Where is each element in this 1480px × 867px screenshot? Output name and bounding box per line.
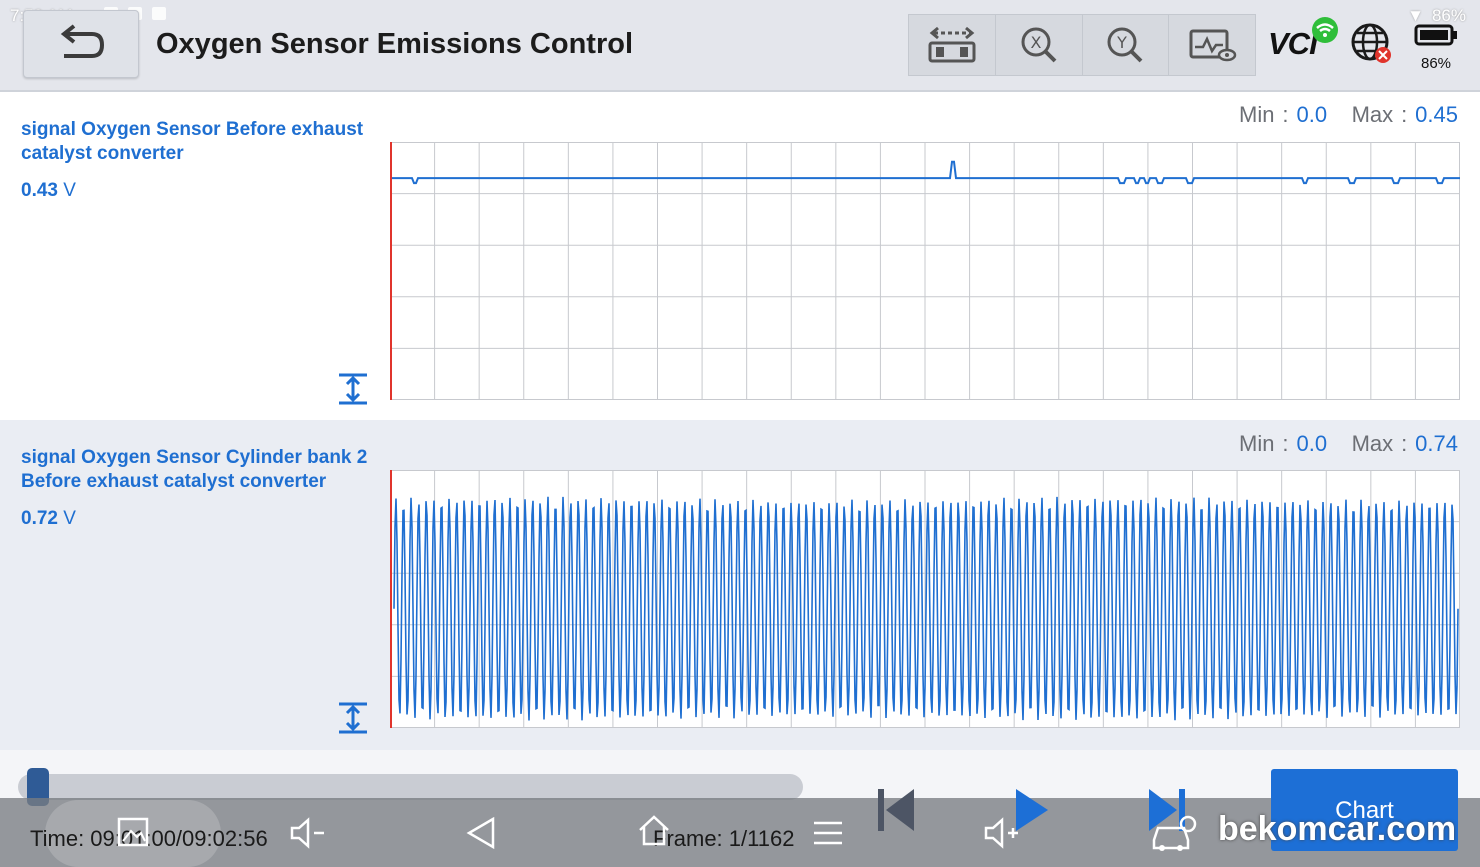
watermark: bekomcar.com [1218,810,1457,848]
signal-unit: V [63,180,76,201]
zoom-x-button[interactable]: X [996,15,1083,75]
skip-back-icon[interactable] [876,787,916,833]
signal-graph-2[interactable] [390,470,1460,728]
compare-button[interactable] [909,15,996,75]
zoom-x-icon: X [1021,27,1057,63]
back-button[interactable] [23,10,139,78]
battery-percent: 86% [1420,55,1452,72]
nav-home-icon[interactable] [636,812,672,848]
min-label: Min [1239,431,1275,456]
max-value: 0.74 [1415,431,1458,456]
signal-value: 0.72 V [21,508,76,530]
notification-icon [152,7,166,20]
y-scale-icon[interactable] [336,701,370,735]
signal-name: signal Oxygen Sensor Before exhaust cata… [21,119,364,164]
screenshot-icon[interactable] [115,815,151,851]
display-mode-button[interactable] [1169,15,1255,75]
car-diagnostic-icon[interactable] [1150,814,1198,854]
nav-menu-icon[interactable] [810,815,846,851]
volume-down-icon[interactable] [288,815,328,851]
display-mode-icon [1189,29,1237,62]
page-title: Oxygen Sensor Emissions Control [156,28,633,60]
max-value: 0.45 [1415,102,1458,127]
signal-value-number: 0.72 [21,508,58,529]
min-max-readout: Min : 0.0 Max : 0.74 [1239,431,1458,456]
svg-text:X: X [1030,33,1041,52]
min-value: 0.0 [1296,431,1328,456]
signal-graph-1[interactable] [390,142,1460,400]
zoom-y-icon: Y [1107,27,1143,63]
max-label: Max [1351,431,1394,456]
battery-icon [1414,24,1457,46]
nav-back-icon[interactable] [463,815,499,851]
signal-name: signal Oxygen Sensor Cylinder bank 2 Bef… [21,447,368,492]
battery-indicator: 86% [1414,22,1458,72]
signal-value: 0.43 V [21,180,76,202]
svg-text:Y: Y [1116,33,1127,52]
network-globe-icon[interactable] [1350,22,1394,66]
frame-counter: Frame: 1/1162 [653,826,795,851]
max-label: Max [1351,102,1394,127]
playback-slider[interactable] [18,774,803,800]
signal-value-number: 0.43 [21,180,58,201]
app-header: 7:59 AM ▼ 86% Oxygen Sensor Emissions Co… [0,0,1480,92]
min-label: Min [1239,102,1275,127]
y-scale-icon[interactable] [336,372,370,406]
wifi-connected-icon [1312,17,1338,43]
play-icon[interactable] [1012,787,1052,833]
signal-panel-2: signal Oxygen Sensor Cylinder bank 2 Bef… [0,421,1480,749]
zoom-y-button[interactable]: Y [1083,15,1170,75]
signal-unit: V [63,508,76,529]
compare-icon [928,26,976,63]
signal-panel-1: signal Oxygen Sensor Before exhaust cata… [0,92,1480,420]
back-arrow-icon [60,24,105,58]
min-value: 0.0 [1296,102,1328,127]
graph-toolbar: X Y [908,14,1256,76]
min-max-readout: Min : 0.0 Max : 0.45 [1239,102,1458,127]
